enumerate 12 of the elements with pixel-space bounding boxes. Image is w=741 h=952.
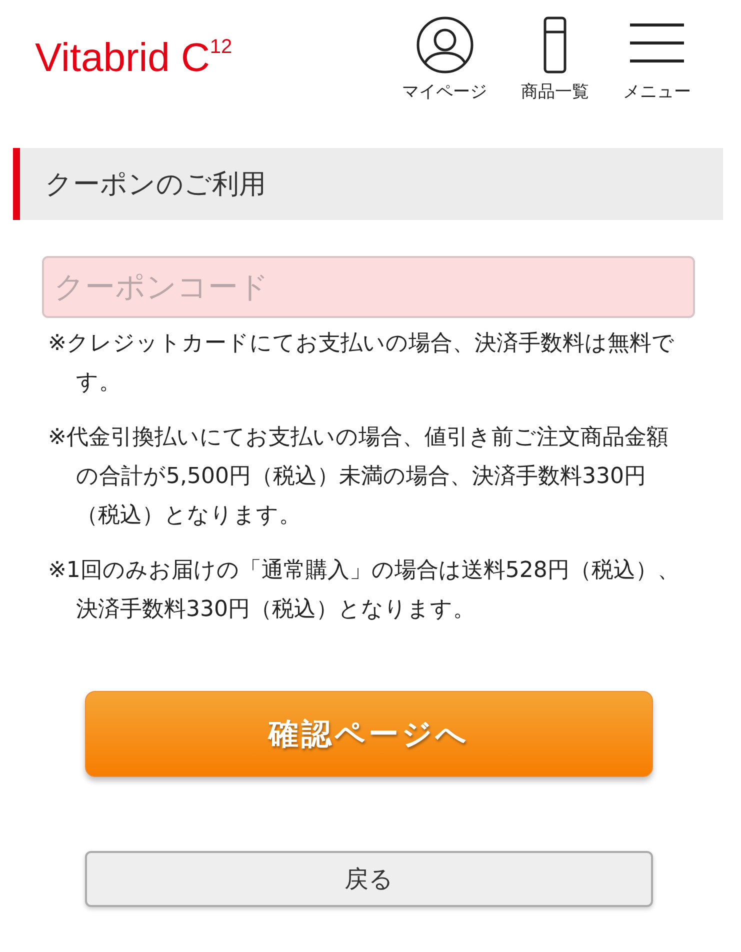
section-heading: クーポンのご利用: [13, 148, 723, 220]
note-text: ※代金引換払いにてお支払いの場合、値引き前ご注文商品金額の合計が5,500円（税込）未満の場合、決済手数料330円（税込）となります。: [48, 424, 670, 530]
user-icon: [416, 16, 474, 74]
bottle-icon: [542, 16, 568, 74]
back-button[interactable]: 戻る: [85, 851, 653, 907]
coupon-code-field[interactable]: クーポンコード: [42, 256, 695, 318]
note-text: ※1回のみお届けの「通常購入」の場合は送料528円（税込）、決済手数料330円（税込）となります。: [48, 557, 680, 624]
nav-item[interactable]: マイページ: [402, 16, 487, 103]
brand-logo[interactable]: Vitabrid C$^{12}$: [35, 36, 402, 81]
nav-item[interactable]: 商品一覧: [521, 16, 589, 103]
nav-item[interactable]: メニュー: [623, 16, 691, 103]
note-text: ※クレジットカードにてお支払いの場合、決済手数料は無料です。: [48, 330, 676, 397]
